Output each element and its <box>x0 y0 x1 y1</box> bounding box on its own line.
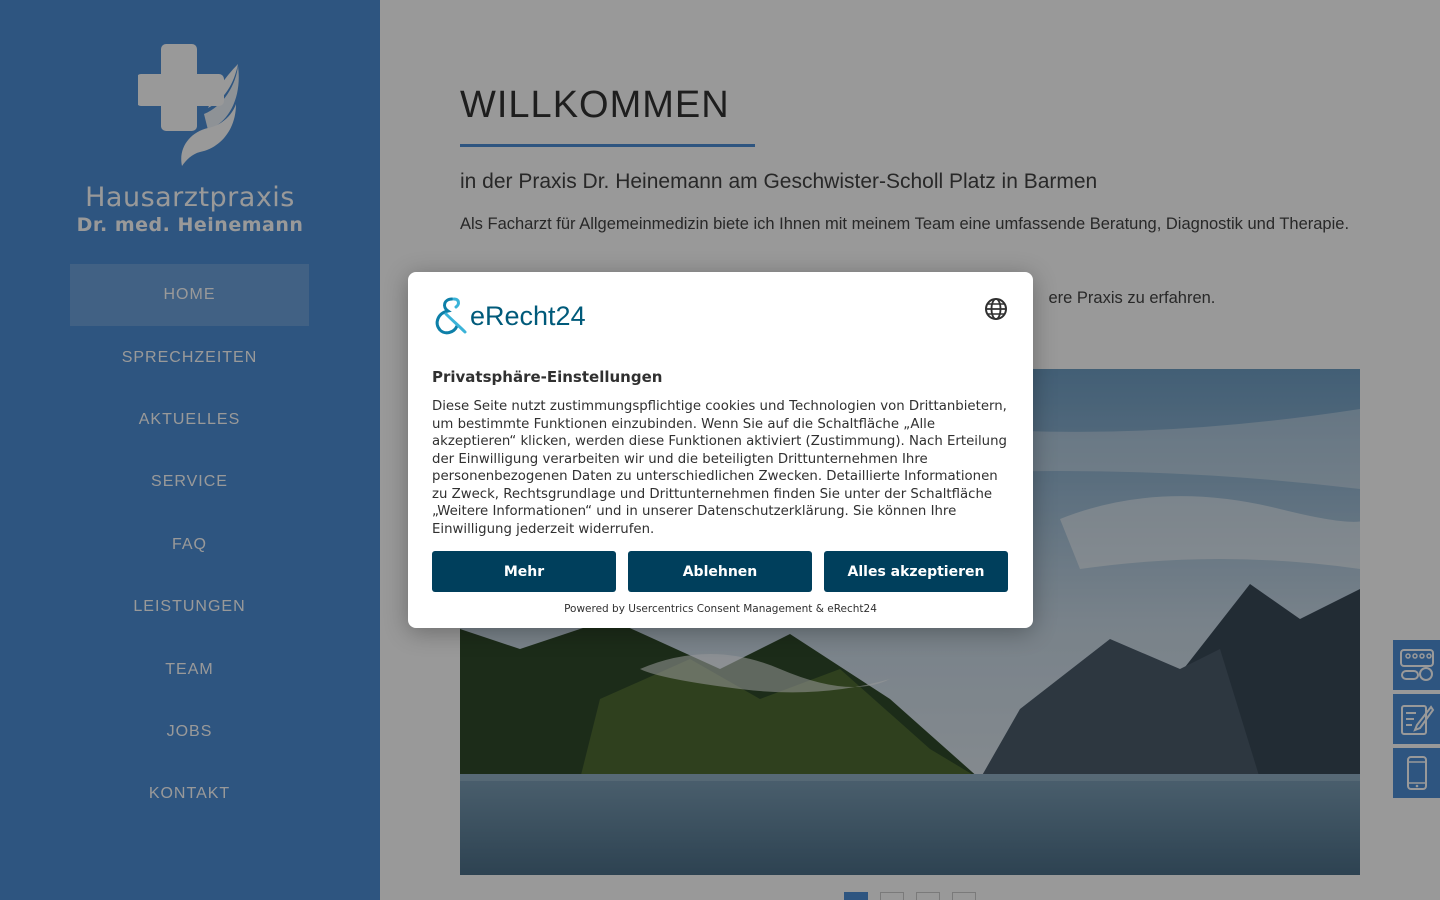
consent-body-text: Diese Seite nutzt zustimmungspflichtige … <box>432 399 1007 537</box>
erecht24-symbol-icon <box>435 297 467 335</box>
erecht24-brand-text: eRecht24 <box>470 300 586 331</box>
erecht24-logo: eRecht24 <box>432 296 586 336</box>
more-button[interactable]: Mehr <box>432 551 616 592</box>
decline-button[interactable]: Ablehnen <box>628 551 812 592</box>
cookie-consent-dialog: eRecht24 Privatsphäre-Einstellungen Dies… <box>408 272 1033 628</box>
language-globe-icon[interactable] <box>983 296 1009 322</box>
consent-heading: Privatsphäre-Einstellungen <box>432 368 663 386</box>
powered-by-text: Powered by Usercentrics Consent Manageme… <box>564 603 877 615</box>
accept-all-button[interactable]: Alles akzeptieren <box>824 551 1008 592</box>
